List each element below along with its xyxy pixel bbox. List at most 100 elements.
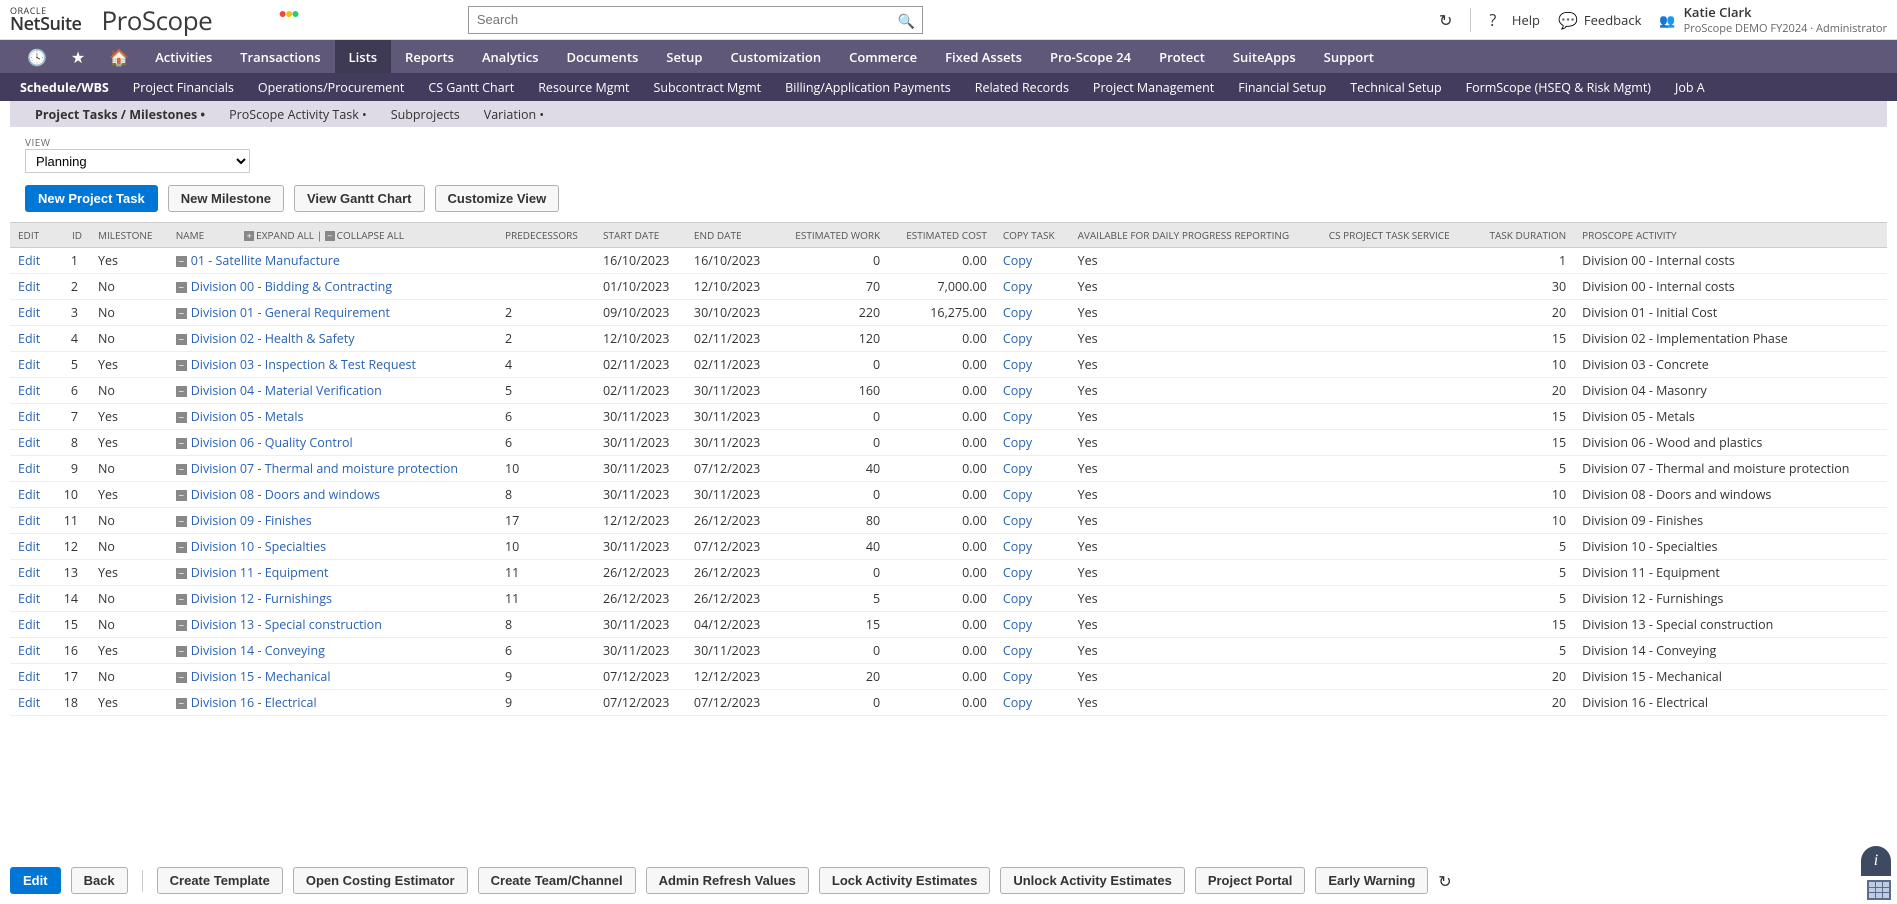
unlock-activity-estimates-button[interactable]: Unlock Activity Estimates: [1000, 867, 1184, 894]
collapse-icon[interactable]: −: [176, 308, 187, 319]
col-cs-project-task-service[interactable]: CS PROJECT TASK SERVICE: [1321, 223, 1472, 248]
copy-link[interactable]: Copy: [1003, 330, 1032, 347]
expand-all-button[interactable]: +EXPAND ALL: [244, 228, 314, 242]
nav-activities[interactable]: Activities: [141, 40, 226, 73]
edit-link[interactable]: Edit: [18, 434, 40, 451]
collapse-icon[interactable]: −: [176, 490, 187, 501]
view-select[interactable]: Planning: [25, 149, 250, 173]
edit-link[interactable]: Edit: [18, 252, 40, 269]
collapse-icon[interactable]: −: [176, 568, 187, 579]
subnav-cs-gantt-chart[interactable]: CS Gantt Chart: [428, 79, 514, 96]
collapse-icon[interactable]: −: [176, 412, 187, 423]
col-predecessors[interactable]: PREDECESSORS: [497, 223, 595, 248]
subnav-project-management[interactable]: Project Management: [1093, 79, 1214, 96]
collapse-icon[interactable]: −: [176, 620, 187, 631]
app-grid-icon[interactable]: [1867, 880, 1891, 900]
copy-link[interactable]: Copy: [1003, 382, 1032, 399]
subnav-related-records[interactable]: Related Records: [975, 79, 1069, 96]
collapse-icon[interactable]: −: [176, 516, 187, 527]
home-icon[interactable]: 🏠: [97, 40, 141, 73]
edit-link[interactable]: Edit: [18, 486, 40, 503]
subnav-formscope-hseq-risk-mgmt-[interactable]: FormScope (HSEQ & Risk Mgmt): [1466, 79, 1651, 96]
new-project-task-button[interactable]: New Project Task: [25, 185, 158, 212]
nav-support[interactable]: Support: [1310, 40, 1388, 73]
collapse-icon[interactable]: −: [176, 334, 187, 345]
task-name-link[interactable]: Division 13 - Special construction: [191, 616, 382, 633]
task-name-link[interactable]: Division 09 - Finishes: [191, 512, 312, 529]
create-team/channel-button[interactable]: Create Team/Channel: [478, 867, 636, 894]
task-name-link[interactable]: Division 11 - Equipment: [191, 564, 329, 581]
collapse-icon[interactable]: −: [176, 594, 187, 605]
subsub-subprojects[interactable]: Subprojects: [391, 106, 460, 123]
copy-link[interactable]: Copy: [1003, 564, 1032, 581]
task-name-link[interactable]: Division 16 - Electrical: [191, 694, 317, 711]
subsub-project-tasks-milestones[interactable]: Project Tasks / Milestones •: [35, 106, 205, 123]
project-portal-button[interactable]: Project Portal: [1195, 867, 1306, 894]
edit-link[interactable]: Edit: [18, 408, 40, 425]
edit-link[interactable]: Edit: [18, 512, 40, 529]
customize-view-button[interactable]: Customize View: [435, 185, 560, 212]
edit-link[interactable]: Edit: [18, 460, 40, 477]
collapse-icon[interactable]: −: [176, 282, 187, 293]
task-name-link[interactable]: 01 - Satellite Manufacture: [191, 252, 340, 269]
copy-link[interactable]: Copy: [1003, 356, 1032, 373]
col-name[interactable]: NAME+EXPAND ALL | −COLLAPSE ALL: [168, 223, 497, 248]
collapse-icon[interactable]: −: [176, 464, 187, 475]
task-name-link[interactable]: Division 01 - General Requirement: [191, 304, 390, 321]
col-estimated-work[interactable]: ESTIMATED WORK: [777, 223, 888, 248]
col-estimated-cost[interactable]: ESTIMATED COST: [888, 223, 995, 248]
copy-link[interactable]: Copy: [1003, 460, 1032, 477]
create-template-button[interactable]: Create Template: [157, 867, 283, 894]
copy-link[interactable]: Copy: [1003, 642, 1032, 659]
recent-icon[interactable]: 🕓: [15, 40, 59, 73]
collapse-icon[interactable]: −: [176, 646, 187, 657]
edit-link[interactable]: Edit: [18, 304, 40, 321]
nav-setup[interactable]: Setup: [652, 40, 716, 73]
task-name-link[interactable]: Division 12 - Furnishings: [191, 590, 332, 607]
subnav-project-financials[interactable]: Project Financials: [133, 79, 234, 96]
collapse-icon[interactable]: −: [176, 360, 187, 371]
col-task-duration[interactable]: TASK DURATION: [1472, 223, 1574, 248]
info-badge-icon[interactable]: i: [1861, 846, 1891, 876]
task-name-link[interactable]: Division 03 - Inspection & Test Request: [191, 356, 416, 373]
copy-link[interactable]: Copy: [1003, 694, 1032, 711]
copy-link[interactable]: Copy: [1003, 668, 1032, 685]
edit-button[interactable]: Edit: [10, 867, 61, 894]
copy-link[interactable]: Copy: [1003, 512, 1032, 529]
copy-link[interactable]: Copy: [1003, 616, 1032, 633]
col-edit[interactable]: EDIT: [10, 223, 52, 248]
col-available-for-daily-progress-reporting[interactable]: AVAILABLE FOR DAILY PROGRESS REPORTING: [1070, 223, 1321, 248]
nav-suiteapps[interactable]: SuiteApps: [1219, 40, 1310, 73]
nav-analytics[interactable]: Analytics: [468, 40, 553, 73]
user-menu[interactable]: 👥 Katie Clark ProScope DEMO FY2024 · Adm…: [1659, 3, 1887, 36]
nav-customization[interactable]: Customization: [716, 40, 835, 73]
subsub-proscope-activity-task[interactable]: ProScope Activity Task •: [229, 106, 367, 123]
collapse-icon[interactable]: −: [176, 438, 187, 449]
col-id[interactable]: ID: [52, 223, 90, 248]
open-costing-estimator-button[interactable]: Open Costing Estimator: [293, 867, 468, 894]
copy-link[interactable]: Copy: [1003, 304, 1032, 321]
edit-link[interactable]: Edit: [18, 356, 40, 373]
search-icon[interactable]: 🔍: [897, 12, 914, 31]
collapse-icon[interactable]: −: [176, 256, 187, 267]
collapse-icon[interactable]: −: [176, 672, 187, 683]
collapse-icon[interactable]: −: [176, 542, 187, 553]
copy-link[interactable]: Copy: [1003, 538, 1032, 555]
nav-protect[interactable]: Protect: [1145, 40, 1219, 73]
copy-link[interactable]: Copy: [1003, 434, 1032, 451]
task-name-link[interactable]: Division 10 - Specialties: [191, 538, 326, 555]
nav-pro-scope-24[interactable]: Pro-Scope 24: [1036, 40, 1145, 73]
subnav-subcontract-mgmt[interactable]: Subcontract Mgmt: [654, 79, 762, 96]
col-milestone[interactable]: MILESTONE: [90, 223, 168, 248]
col-start-date[interactable]: START DATE: [595, 223, 686, 248]
favorites-icon[interactable]: ★: [59, 40, 97, 73]
subsub-variation[interactable]: Variation •: [484, 106, 544, 123]
edit-link[interactable]: Edit: [18, 538, 40, 555]
search-input[interactable]: [468, 6, 923, 34]
feedback-link[interactable]: 💬Feedback: [1558, 9, 1641, 31]
help-link[interactable]: ?⃝Help: [1489, 9, 1540, 31]
edit-link[interactable]: Edit: [18, 330, 40, 347]
nav-reports[interactable]: Reports: [391, 40, 468, 73]
nav-transactions[interactable]: Transactions: [226, 40, 334, 73]
nav-fixed-assets[interactable]: Fixed Assets: [931, 40, 1036, 73]
